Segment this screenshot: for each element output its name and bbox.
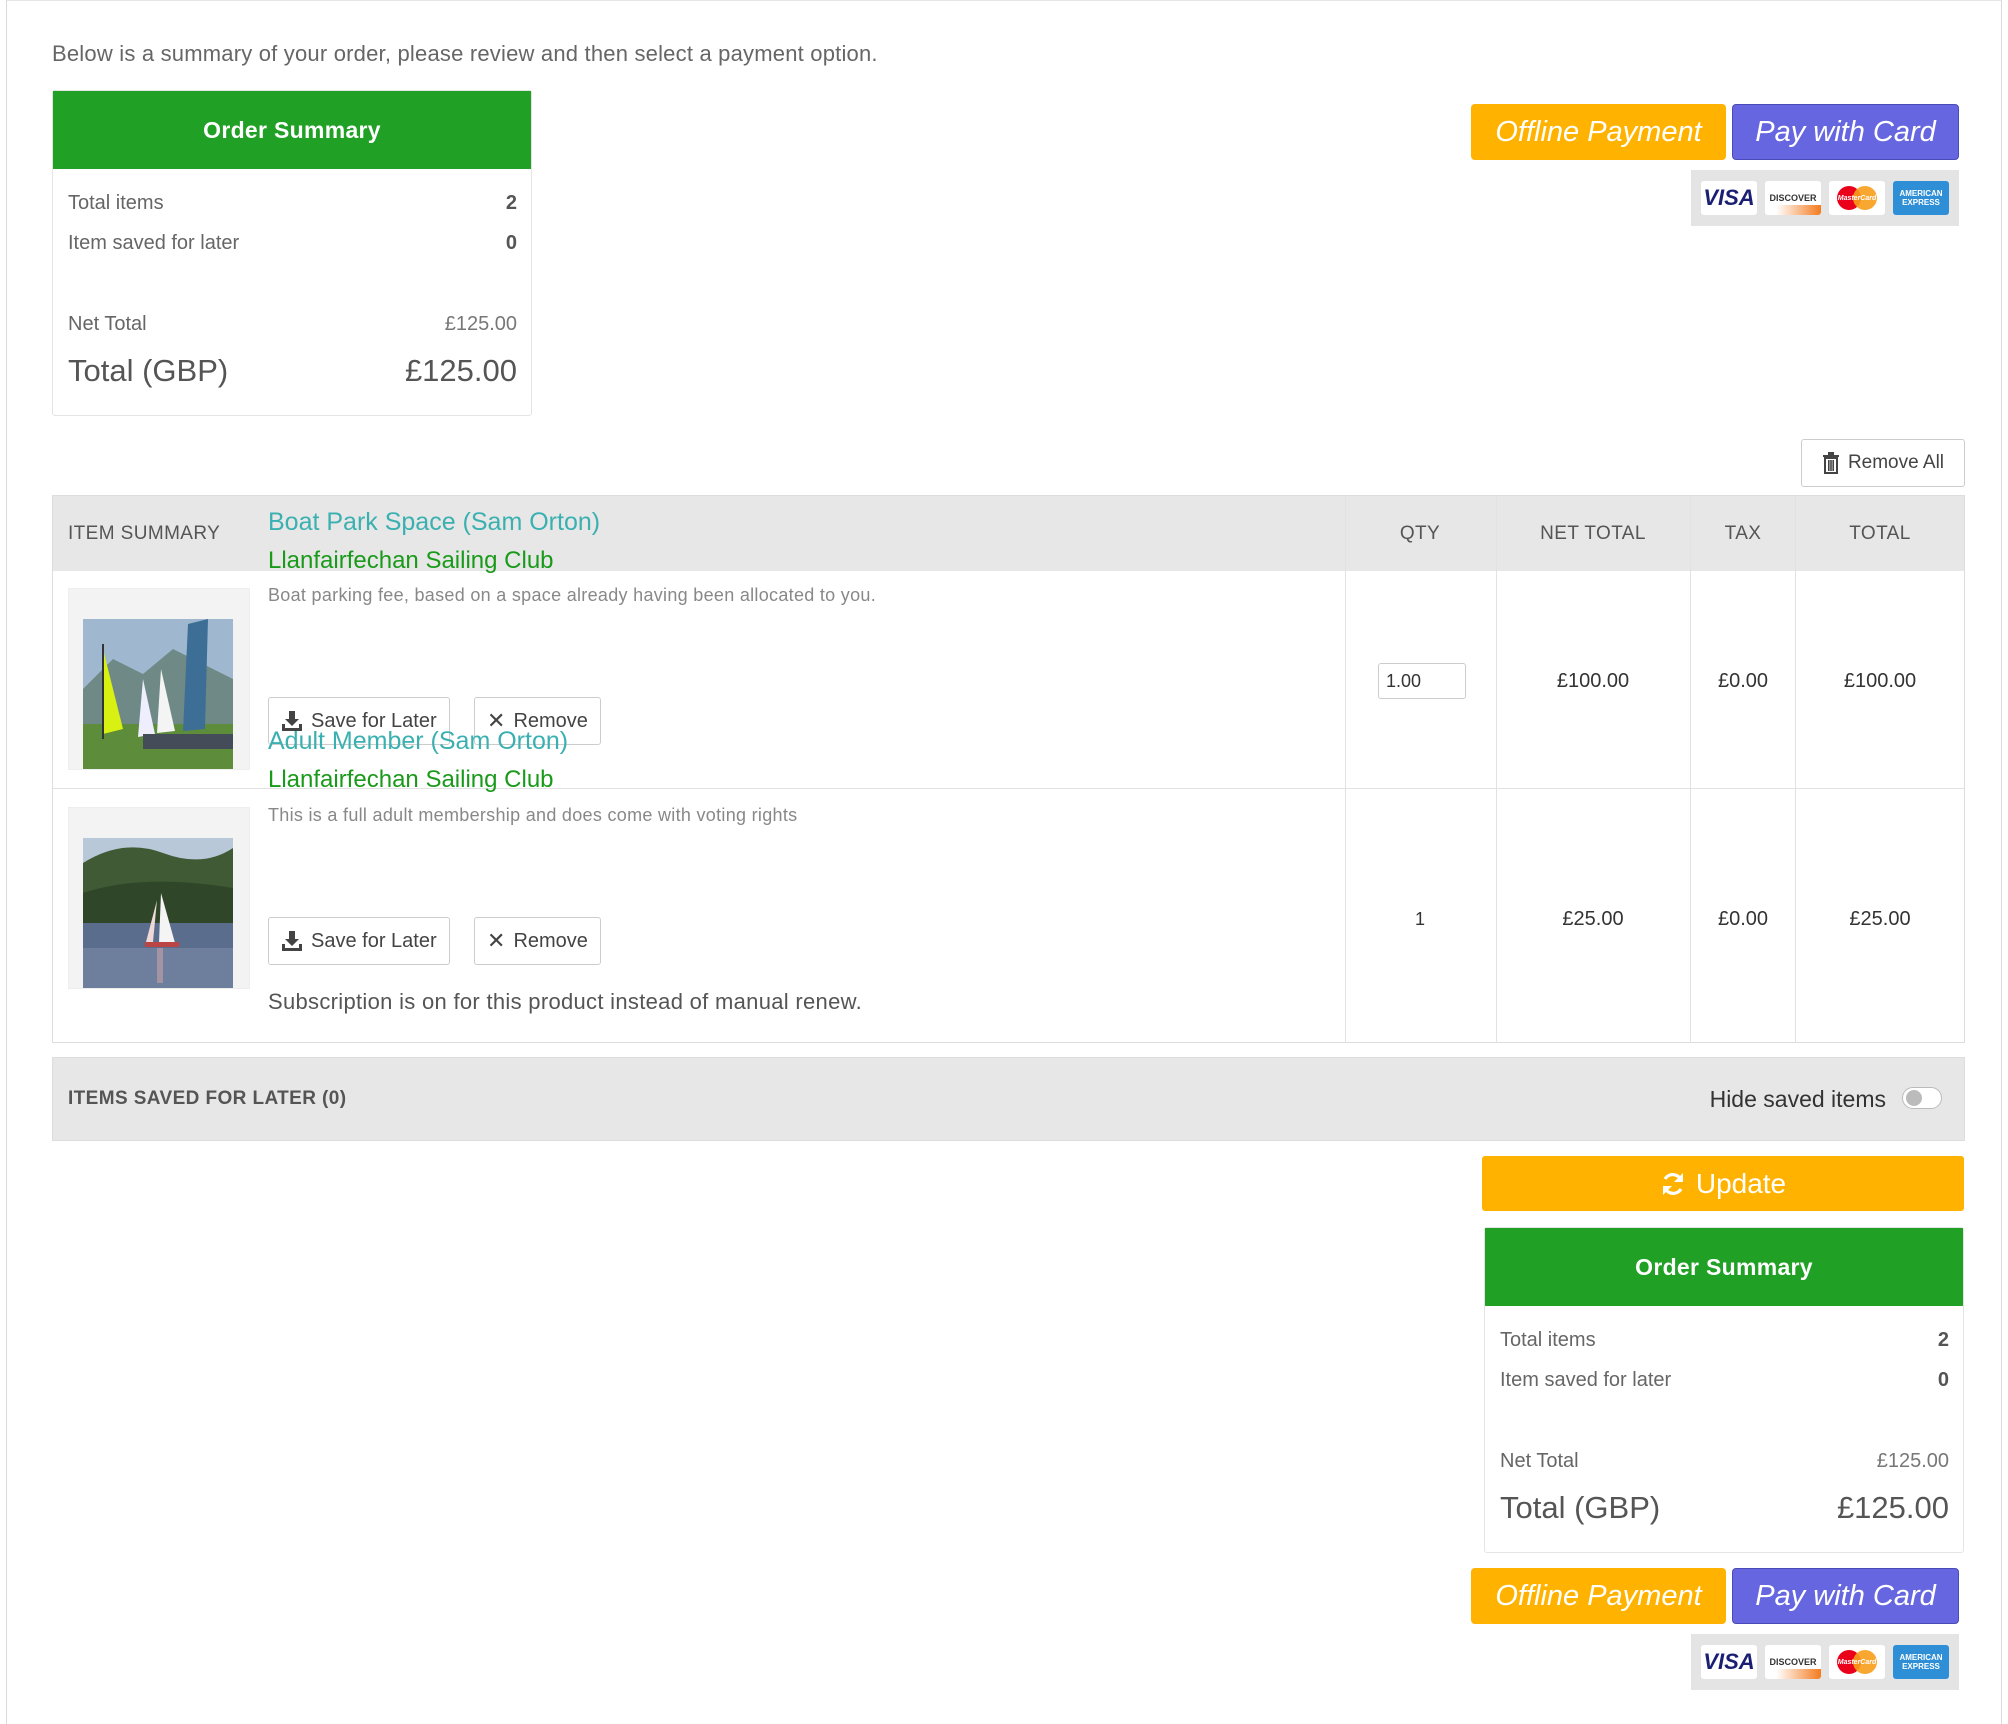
net-total-label: Net Total — [1500, 1450, 1579, 1472]
payment-options-bottom: Offline Payment Pay with Card VISA DISCO… — [1471, 1568, 1959, 1698]
trash-icon — [1822, 452, 1839, 474]
product-name-link[interactable]: Adult Member (Sam Orton) — [268, 727, 568, 756]
remove-all-button[interactable]: Remove All — [1801, 439, 1965, 487]
close-icon: ✕ — [487, 928, 506, 953]
product-club: Llanfairfechan Sailing Club — [268, 547, 554, 574]
total-cell: £100.00 — [1843, 669, 1917, 692]
remove-label: Remove — [513, 929, 588, 952]
total-cell: £25.00 — [1849, 907, 1911, 930]
total-items-value: 2 — [505, 192, 517, 214]
hide-saved-items-toggle[interactable] — [1902, 1087, 1942, 1109]
grand-total-value: £125.00 — [1836, 1490, 1949, 1525]
grand-total-label: Total (GBP) — [1500, 1490, 1661, 1525]
total-items-value: 2 — [1937, 1329, 1949, 1351]
saved-items-label: Item saved for later — [1500, 1369, 1672, 1391]
pay-with-card-button[interactable]: Pay with Card — [1732, 104, 1959, 160]
grand-total-label: Total (GBP) — [68, 353, 229, 388]
header-total: TOTAL — [1849, 522, 1911, 544]
order-summary-card-top: Order Summary Total items 2 Item saved f… — [52, 90, 532, 416]
order-summary-title: Order Summary — [53, 91, 531, 169]
total-items-row: Total items 2 — [68, 192, 517, 215]
net-total-value: £125.00 — [444, 313, 517, 335]
saved-items-row: Item saved for later 0 — [1500, 1369, 1949, 1392]
product-description: This is a full adult membership and does… — [268, 805, 798, 825]
download-icon — [282, 931, 302, 951]
remove-all-label: Remove All — [1847, 452, 1945, 473]
product-name-link[interactable]: Boat Park Space (Sam Orton) — [268, 508, 600, 537]
tax-cell: £0.00 — [1717, 907, 1769, 930]
grand-total-row: Total (GBP) £125.00 — [1500, 1490, 1949, 1526]
header-net-total: NET TOTAL — [1540, 522, 1646, 544]
grand-total-row: Total (GBP) £125.00 — [68, 353, 517, 389]
cart-table: ITEM SUMMARY QTY NET TOTAL TAX TOTAL Boa… — [52, 495, 1965, 1043]
saved-items-row: Item saved for later 0 — [68, 232, 517, 255]
product-description: Boat parking fee, based on a space alrea… — [268, 585, 877, 605]
header-qty: QTY — [1399, 522, 1441, 544]
total-items-label: Total items — [68, 192, 164, 214]
grand-total-value: £125.00 — [404, 353, 517, 388]
refresh-icon — [1662, 1172, 1683, 1195]
header-tax: TAX — [1724, 522, 1762, 544]
product-image-adult-member — [68, 807, 250, 989]
discover-icon: DISCOVER — [1765, 181, 1821, 215]
hide-saved-items-label: Hide saved items — [1709, 1085, 1886, 1112]
order-summary-card-bottom: Order Summary Total items 2 Item saved f… — [1484, 1227, 1964, 1553]
update-label: Update — [1695, 1167, 1787, 1199]
amex-icon: AMERICAN EXPRESS — [1893, 181, 1949, 215]
product-club: Llanfairfechan Sailing Club — [268, 766, 554, 793]
saved-items-bar: ITEMS SAVED FOR LATER (0) Hide saved ite… — [52, 1057, 1965, 1141]
payment-options-top: Offline Payment Pay with Card VISA DISCO… — [1471, 104, 1959, 234]
checkout-page: Below is a summary of your order, please… — [6, 0, 2002, 1724]
accepted-cards: VISA DISCOVER MasterCard AMERICAN EXPRES… — [1691, 1634, 1959, 1690]
accepted-cards: VISA DISCOVER MasterCard AMERICAN EXPRES… — [1691, 170, 1959, 226]
order-summary-title: Order Summary — [1485, 1228, 1963, 1306]
saved-items-label: Item saved for later — [68, 232, 240, 254]
discover-icon: DISCOVER — [1765, 1645, 1821, 1679]
offline-payment-button[interactable]: Offline Payment — [1471, 1568, 1726, 1624]
pay-with-card-button[interactable]: Pay with Card — [1732, 1568, 1959, 1624]
product-image-boat-park — [68, 588, 250, 770]
net-total-value: £125.00 — [1876, 1450, 1949, 1472]
net-total-row: Net Total £125.00 — [1500, 1450, 1949, 1473]
amex-icon: AMERICAN EXPRESS — [1893, 1645, 1949, 1679]
net-total-cell: £25.00 — [1562, 907, 1624, 930]
save-for-later-button[interactable]: Save for Later — [268, 917, 450, 965]
offline-payment-button[interactable]: Offline Payment — [1471, 104, 1726, 160]
subscription-note: Subscription is on for this product inst… — [268, 989, 862, 1014]
saved-items-title: ITEMS SAVED FOR LATER (0) — [68, 1088, 347, 1109]
intro-text: Below is a summary of your order, please… — [52, 41, 878, 66]
net-total-row: Net Total £125.00 — [68, 313, 517, 336]
update-button[interactable]: Update — [1482, 1156, 1964, 1211]
mastercard-icon: MasterCard — [1829, 181, 1885, 215]
mastercard-icon: MasterCard — [1829, 1645, 1885, 1679]
save-for-later-label: Save for Later — [311, 929, 437, 952]
total-items-row: Total items 2 — [1500, 1329, 1949, 1352]
saved-items-value: 0 — [1937, 1369, 1949, 1391]
net-total-cell: £100.00 — [1556, 669, 1630, 692]
saved-items-value: 0 — [505, 232, 517, 254]
quantity-input[interactable]: 1.00 — [1378, 663, 1466, 699]
quantity-cell: 1 — [1414, 908, 1425, 929]
net-total-label: Net Total — [68, 313, 147, 335]
total-items-label: Total items — [1500, 1329, 1596, 1351]
visa-icon: VISA — [1701, 181, 1757, 215]
tax-cell: £0.00 — [1717, 669, 1769, 692]
header-item-summary: ITEM SUMMARY — [68, 522, 221, 544]
remove-button[interactable]: ✕ Remove — [474, 917, 601, 965]
visa-icon: VISA — [1701, 1645, 1757, 1679]
